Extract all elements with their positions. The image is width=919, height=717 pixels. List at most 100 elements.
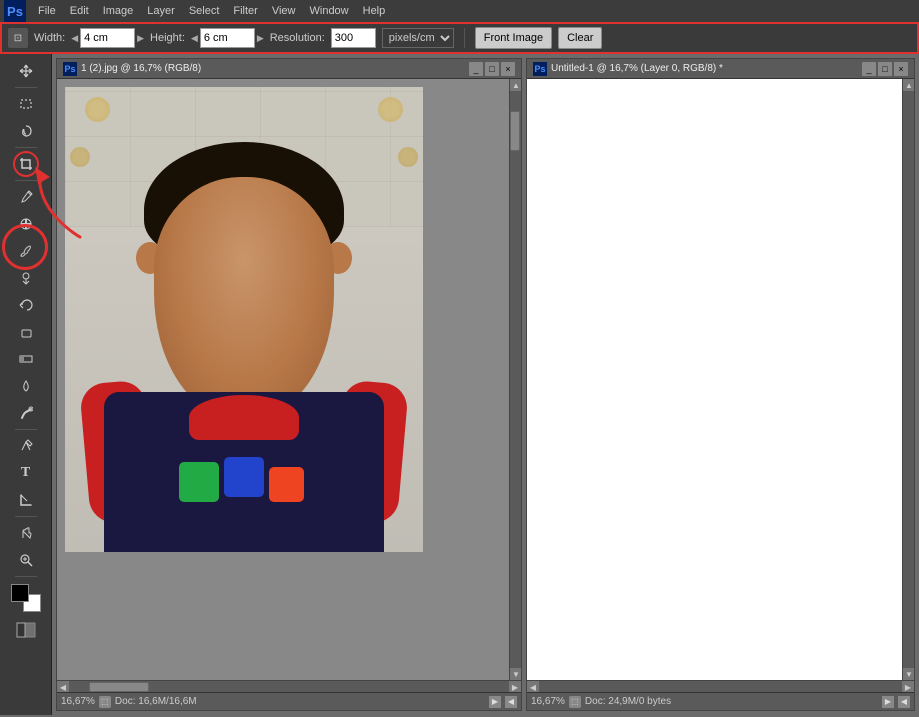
doc1-hscrollbar[interactable]: ◀ ▶	[57, 680, 521, 692]
doc1-window: Ps 1 (2).jpg @ 16,7% (RGB/8) _ □ ×	[56, 58, 522, 711]
menu-view[interactable]: View	[266, 3, 302, 19]
doc1-title: 1 (2).jpg @ 16,7% (RGB/8)	[81, 63, 465, 74]
clear-button[interactable]: Clear	[558, 27, 602, 49]
marquee-rect-tool[interactable]	[13, 91, 39, 117]
tool-sep-5	[15, 516, 37, 517]
menu-image[interactable]: Image	[97, 3, 140, 19]
doc2-hscroll-left[interactable]: ◀	[527, 681, 539, 692]
main-area: T Ps 1 (2).jpg @ 16,7% (RG	[0, 54, 919, 715]
menu-edit[interactable]: Edit	[64, 3, 95, 19]
front-image-button[interactable]: Front Image	[475, 27, 552, 49]
doc1-minimize[interactable]: _	[469, 62, 483, 76]
doc2-controls: _ □ ×	[862, 62, 908, 76]
doc2-close[interactable]: ×	[894, 62, 908, 76]
eyedropper-tool[interactable]	[13, 184, 39, 210]
doc2-nav-right[interactable]: ▶	[882, 696, 894, 708]
menu-filter[interactable]: Filter	[227, 3, 263, 19]
doc1-nav-right[interactable]: ▶	[489, 696, 501, 708]
gradient-tool[interactable]	[13, 346, 39, 372]
menu-bar: Ps File Edit Image Layer Select Filter V…	[0, 0, 919, 22]
menu-file[interactable]: File	[32, 3, 62, 19]
doc2-statusbar: 16,67% ⬚ Doc: 24,9M/0 bytes ▶ ◀	[527, 692, 914, 710]
doc1-status-icon: ⬚	[99, 696, 111, 708]
doc2-hscrollbar[interactable]: ◀ ▶	[527, 680, 914, 692]
clone-tool[interactable]	[13, 265, 39, 291]
doc2-window: Ps Untitled-1 @ 16,7% (Layer 0, RGB/8) *…	[526, 58, 915, 711]
doc2-vscroll-track[interactable]	[903, 91, 914, 668]
height-right-arrow[interactable]: ▶	[257, 33, 264, 44]
hscroll-left[interactable]: ◀	[57, 681, 69, 692]
path-selection-tool[interactable]	[13, 487, 39, 513]
vscroll-track[interactable]	[510, 91, 521, 668]
history-tool[interactable]	[13, 292, 39, 318]
height-input[interactable]	[200, 28, 255, 48]
doc2-vscroll-up[interactable]: ▲	[903, 79, 914, 91]
vscroll-down[interactable]: ▼	[510, 668, 521, 680]
options-bar: ⊡ Width: ◀ ▶ Height: ◀ ▶ Resolution: pix…	[0, 22, 919, 54]
doc2-maximize[interactable]: □	[878, 62, 892, 76]
tool-sep-1	[15, 87, 37, 88]
doc2-title: Untitled-1 @ 16,7% (Layer 0, RGB/8) *	[551, 63, 858, 74]
doc1-nav-left[interactable]: ◀	[505, 696, 517, 708]
height-input-group: ◀ ▶	[191, 28, 264, 48]
left-toolbar: T	[0, 54, 52, 715]
hscroll-right[interactable]: ▶	[509, 681, 521, 692]
doc1-vscrollbar[interactable]: ▲ ▼	[509, 79, 521, 680]
tool-sep-4	[15, 429, 37, 430]
menu-layer[interactable]: Layer	[141, 3, 181, 19]
foreground-color-swatch[interactable]	[11, 584, 29, 602]
zoom-tool[interactable]	[13, 547, 39, 573]
resolution-input[interactable]	[331, 28, 376, 48]
width-label: Width:	[34, 32, 65, 44]
blur-tool[interactable]	[13, 373, 39, 399]
doc2-vscroll-down[interactable]: ▼	[903, 668, 914, 680]
move-tool[interactable]	[13, 58, 39, 84]
quick-mask-button[interactable]	[13, 617, 39, 643]
units-select[interactable]: pixels/cm	[382, 28, 454, 48]
doc2-status: Doc: 24,9M/0 bytes	[585, 696, 878, 707]
healing-tool[interactable]	[13, 211, 39, 237]
doc1-statusbar: 16,67% ⬚ Doc: 16,6M/16,6M ▶ ◀	[57, 692, 521, 710]
menu-select[interactable]: Select	[183, 3, 226, 19]
text-tool[interactable]: T	[13, 460, 39, 486]
hscroll-track[interactable]	[69, 681, 509, 692]
doc1-maximize[interactable]: □	[485, 62, 499, 76]
doc1-zoom: 16,67%	[61, 696, 95, 707]
vscroll-thumb[interactable]	[510, 111, 520, 151]
doc2-vscrollbar[interactable]: ▲ ▼	[902, 79, 914, 680]
doc2-titlebar: Ps Untitled-1 @ 16,7% (Layer 0, RGB/8) *…	[527, 59, 914, 79]
doc2-hscroll-right[interactable]: ▶	[902, 681, 914, 692]
doc1-close[interactable]: ×	[501, 62, 515, 76]
width-input[interactable]	[80, 28, 135, 48]
doc2-icon: Ps	[533, 62, 547, 76]
width-left-arrow[interactable]: ◀	[71, 33, 78, 44]
width-right-arrow[interactable]: ▶	[137, 33, 144, 44]
eraser-tool[interactable]	[13, 319, 39, 345]
tool-sep-3	[15, 180, 37, 181]
doc2-minimize[interactable]: _	[862, 62, 876, 76]
doc2-status-icon: ⬚	[569, 696, 581, 708]
crop-tool[interactable]	[13, 151, 39, 177]
dodge-tool[interactable]	[13, 400, 39, 426]
crop-tool-icon: ⊡	[8, 28, 28, 48]
tool-sep-6	[15, 576, 37, 577]
hand-tool[interactable]	[13, 520, 39, 546]
height-left-arrow[interactable]: ◀	[191, 33, 198, 44]
options-bar-inner: ⊡ Width: ◀ ▶ Height: ◀ ▶ Resolution: pix…	[8, 27, 911, 49]
doc2-hscroll-track[interactable]	[539, 681, 902, 692]
doc2-nav-left[interactable]: ◀	[898, 696, 910, 708]
lasso-tool[interactable]	[13, 118, 39, 144]
tool-sep-2	[15, 147, 37, 148]
doc2-zoom: 16,67%	[531, 696, 565, 707]
height-label: Height:	[150, 32, 185, 44]
vscroll-up[interactable]: ▲	[510, 79, 521, 91]
menu-help[interactable]: Help	[357, 3, 392, 19]
workspace: Ps 1 (2).jpg @ 16,7% (RGB/8) _ □ ×	[52, 54, 919, 715]
menu-window[interactable]: Window	[304, 3, 355, 19]
resolution-label: Resolution:	[270, 32, 325, 44]
color-swatch-area	[11, 584, 41, 612]
pen-tool[interactable]	[13, 433, 39, 459]
doc1-canvas	[57, 79, 509, 680]
brush-tool[interactable]	[13, 238, 39, 264]
hscroll-thumb[interactable]	[89, 682, 149, 692]
